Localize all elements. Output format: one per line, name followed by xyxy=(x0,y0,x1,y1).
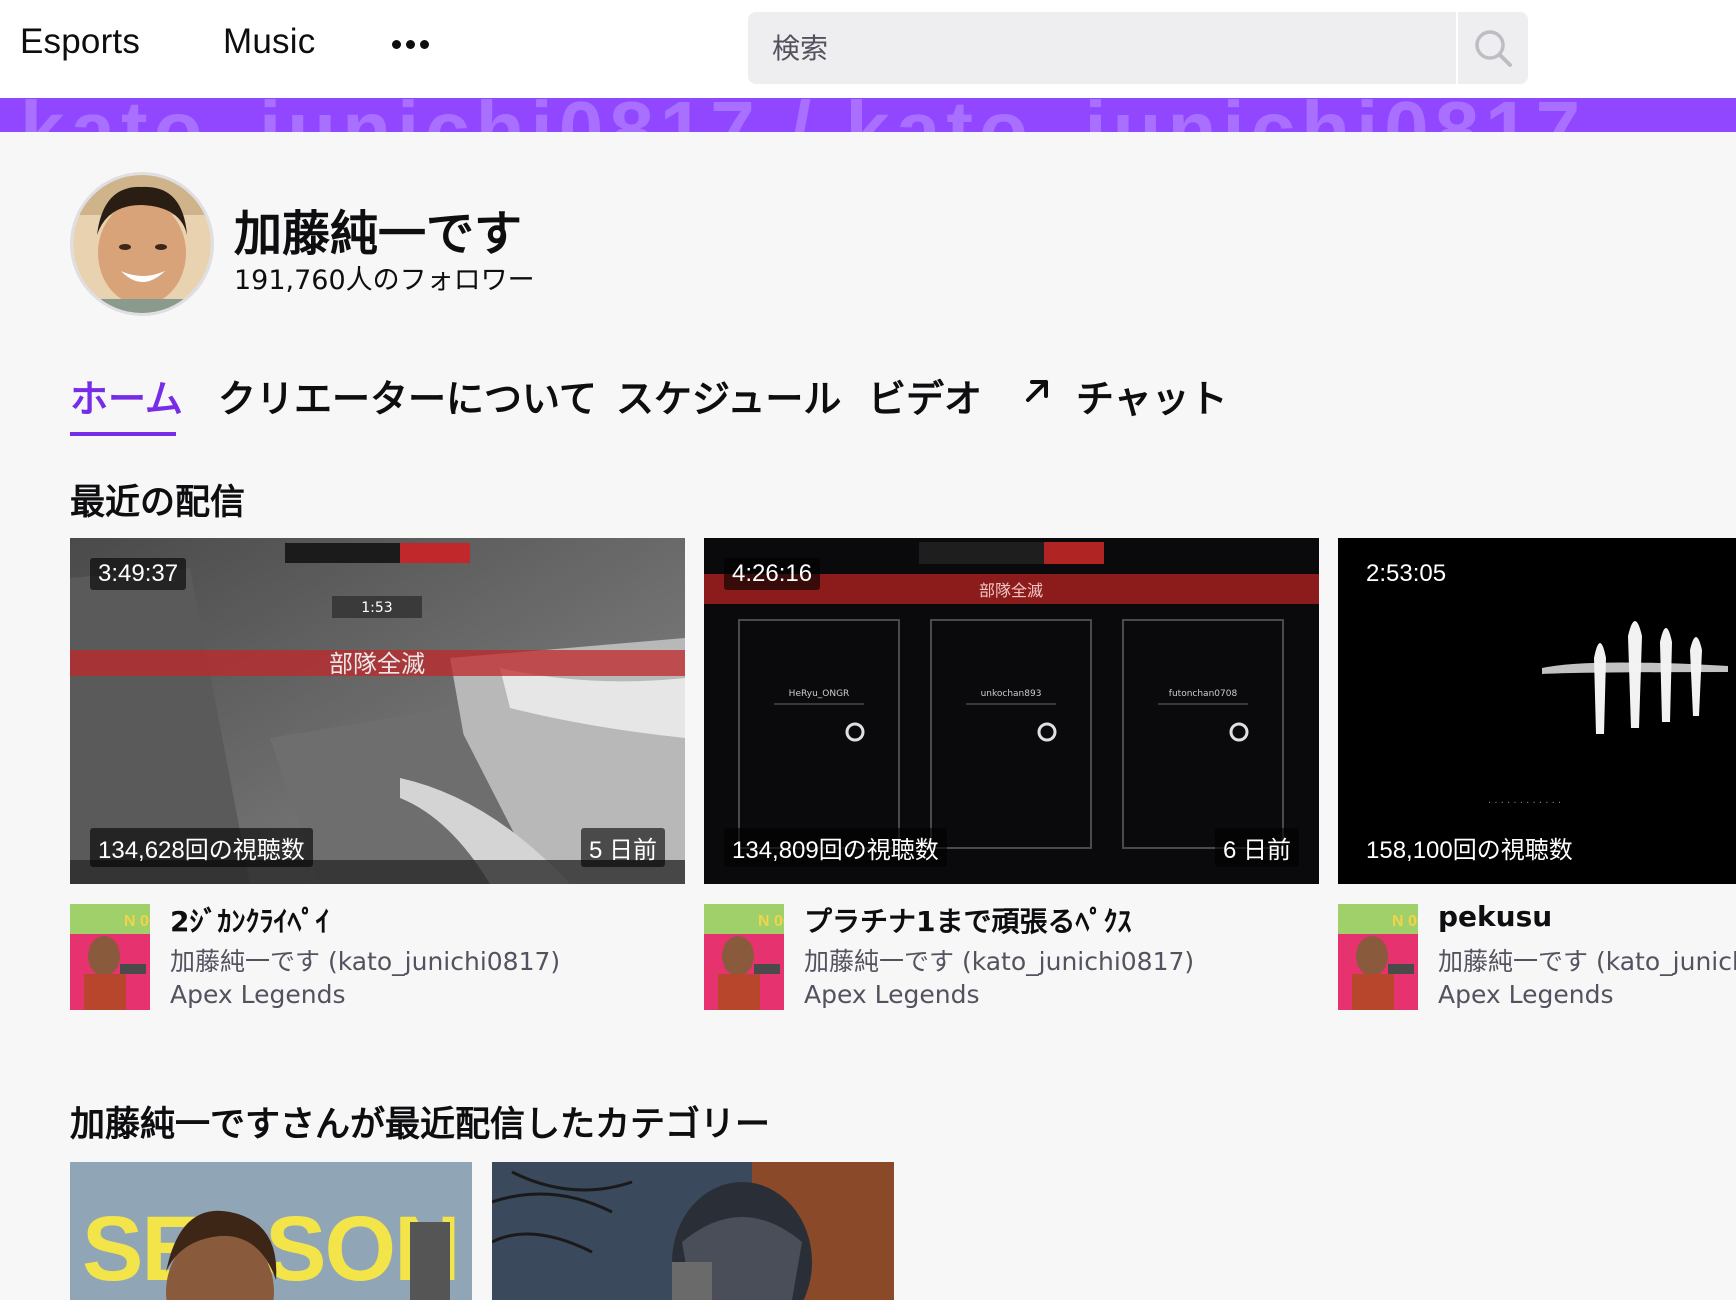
top-nav: Esports Music xyxy=(0,0,1736,98)
video-duration: 4:26:16 xyxy=(724,558,821,590)
tab-home[interactable]: ホーム xyxy=(70,368,183,423)
tab-about[interactable]: クリエーターについて xyxy=(218,368,597,423)
video-channel[interactable]: 加藤純一です (kato_junichi0817) xyxy=(1438,942,1736,978)
game-box-art[interactable]: N 06 xyxy=(704,904,784,1010)
thumbnail-caption: 部隊全滅 xyxy=(979,581,1043,600)
apex-box-art: N 06 xyxy=(1338,904,1418,1010)
tab-videos[interactable]: ビデオ xyxy=(868,368,982,423)
avatar[interactable] xyxy=(70,172,214,316)
video-game[interactable]: Apex Legends xyxy=(170,980,346,1009)
video-view-count: 134,809回の視聴数 xyxy=(724,828,947,867)
game-box-art[interactable]: N 06 xyxy=(1338,904,1418,1010)
video-game[interactable]: Apex Legends xyxy=(1438,980,1614,1009)
video-game[interactable]: Apex Legends xyxy=(804,980,980,1009)
video-duration: 3:49:37 xyxy=(90,558,187,590)
player-name: HeRyu_ONGR xyxy=(789,689,850,699)
search-input[interactable] xyxy=(748,12,1456,84)
video-view-count: 158,100回の視聴数 xyxy=(1358,828,1581,867)
svg-text:1:53: 1:53 xyxy=(361,600,392,616)
thumbnail-caption: 部隊全滅 xyxy=(329,650,425,678)
player-name: unkochan893 xyxy=(981,689,1042,699)
tab-schedule[interactable]: スケジュール xyxy=(616,368,841,423)
player-name: futonchan0708 xyxy=(1169,689,1238,699)
external-link-icon[interactable] xyxy=(1022,374,1054,406)
video-age: 6 日前 xyxy=(1214,828,1299,867)
video-title[interactable]: プラチナ1まで頑張るﾍﾟｸｽ xyxy=(804,900,1131,940)
video-thumbnail[interactable]: · · · · · · · · · · · · 2:53:05 158,100回… xyxy=(1338,538,1736,884)
svg-text:N 06: N 06 xyxy=(124,913,150,930)
video-view-count: 134,628回の視聴数 xyxy=(90,828,313,867)
video-channel[interactable]: 加藤純一です (kato_junichi0817) xyxy=(170,942,560,978)
category-card-dbd[interactable] xyxy=(492,1162,894,1300)
search-icon xyxy=(1475,30,1512,67)
video-age: 5 日前 xyxy=(580,828,665,867)
nav-link-music[interactable]: Music xyxy=(223,22,315,62)
category-art xyxy=(492,1162,894,1300)
search-bar xyxy=(748,12,1528,84)
video-title[interactable]: 2ｼﾞｶﾝｸﾗｲﾍﾟｲ xyxy=(170,900,329,940)
tab-chat[interactable]: チャット xyxy=(1076,368,1228,423)
channel-banner: kato_junichi0817 / kato_junichi0817 xyxy=(0,98,1736,132)
video-title[interactable]: pekusu xyxy=(1438,900,1552,933)
banner-text: kato_junichi0817 / kato_junichi0817 xyxy=(20,98,1586,132)
active-tab-indicator xyxy=(70,432,176,436)
follower-count: 191,760人のフォロワー xyxy=(234,265,535,296)
video-channel[interactable]: 加藤純一です (kato_junichi0817) xyxy=(804,942,1194,978)
game-box-art[interactable]: N 06 xyxy=(70,904,150,1010)
video-duration: 2:53:05 xyxy=(1358,558,1455,590)
video-thumbnail[interactable]: 部隊全滅 1:53 3:49:37 134,628回の視聴数 5 日前 xyxy=(70,538,685,884)
apex-box-art: N 06 xyxy=(704,904,784,1010)
channel-name: 加藤純一です xyxy=(234,206,523,262)
video-card[interactable]: · · · · · · · · · · · · 2:53:05 158,100回… xyxy=(1338,538,1736,1018)
category-card-apex[interactable]: SEASON 06 xyxy=(70,1162,472,1300)
apex-box-art: N 06 xyxy=(70,904,150,1010)
svg-text:· · · · · · · · · · · ·: · · · · · · · · · · · · xyxy=(1488,798,1561,809)
category-art: SEASON 06 xyxy=(70,1162,472,1300)
section-title-categories: 加藤純一ですさんが最近配信したカテゴリー xyxy=(70,1105,771,1145)
avatar-image xyxy=(73,175,211,313)
svg-text:N 06: N 06 xyxy=(758,913,784,930)
nav-link-esports[interactable]: Esports xyxy=(20,22,140,62)
section-title-recent: 最近の配信 xyxy=(70,483,246,523)
more-options-icon[interactable] xyxy=(392,40,429,52)
search-button[interactable] xyxy=(1458,12,1528,84)
svg-text:N 06: N 06 xyxy=(1392,913,1418,930)
video-thumbnail[interactable]: 部隊全滅 HeRyu_ONGR unkochan893 futonchan070… xyxy=(704,538,1319,884)
